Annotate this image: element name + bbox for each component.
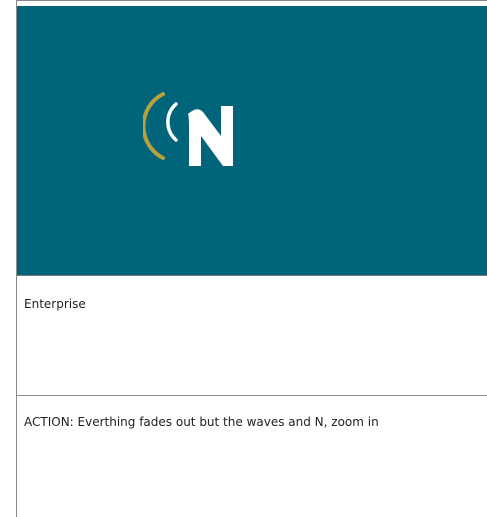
- action-description: ACTION: Everthing fades out but the wave…: [24, 415, 379, 429]
- top-border-divider: [16, 0, 487, 1]
- storyboard-page: Enterprise ACTION: Everthing fades out b…: [0, 0, 487, 517]
- signal-waves-n-logo-icon: [143, 92, 233, 166]
- n-letter-shape: [188, 106, 233, 166]
- storyboard-frame-panel: [17, 6, 487, 276]
- row-divider: [16, 395, 487, 396]
- scene-label: Enterprise: [24, 297, 86, 311]
- inner-wave-arc: [166, 102, 178, 142]
- outer-wave-arc: [143, 92, 165, 160]
